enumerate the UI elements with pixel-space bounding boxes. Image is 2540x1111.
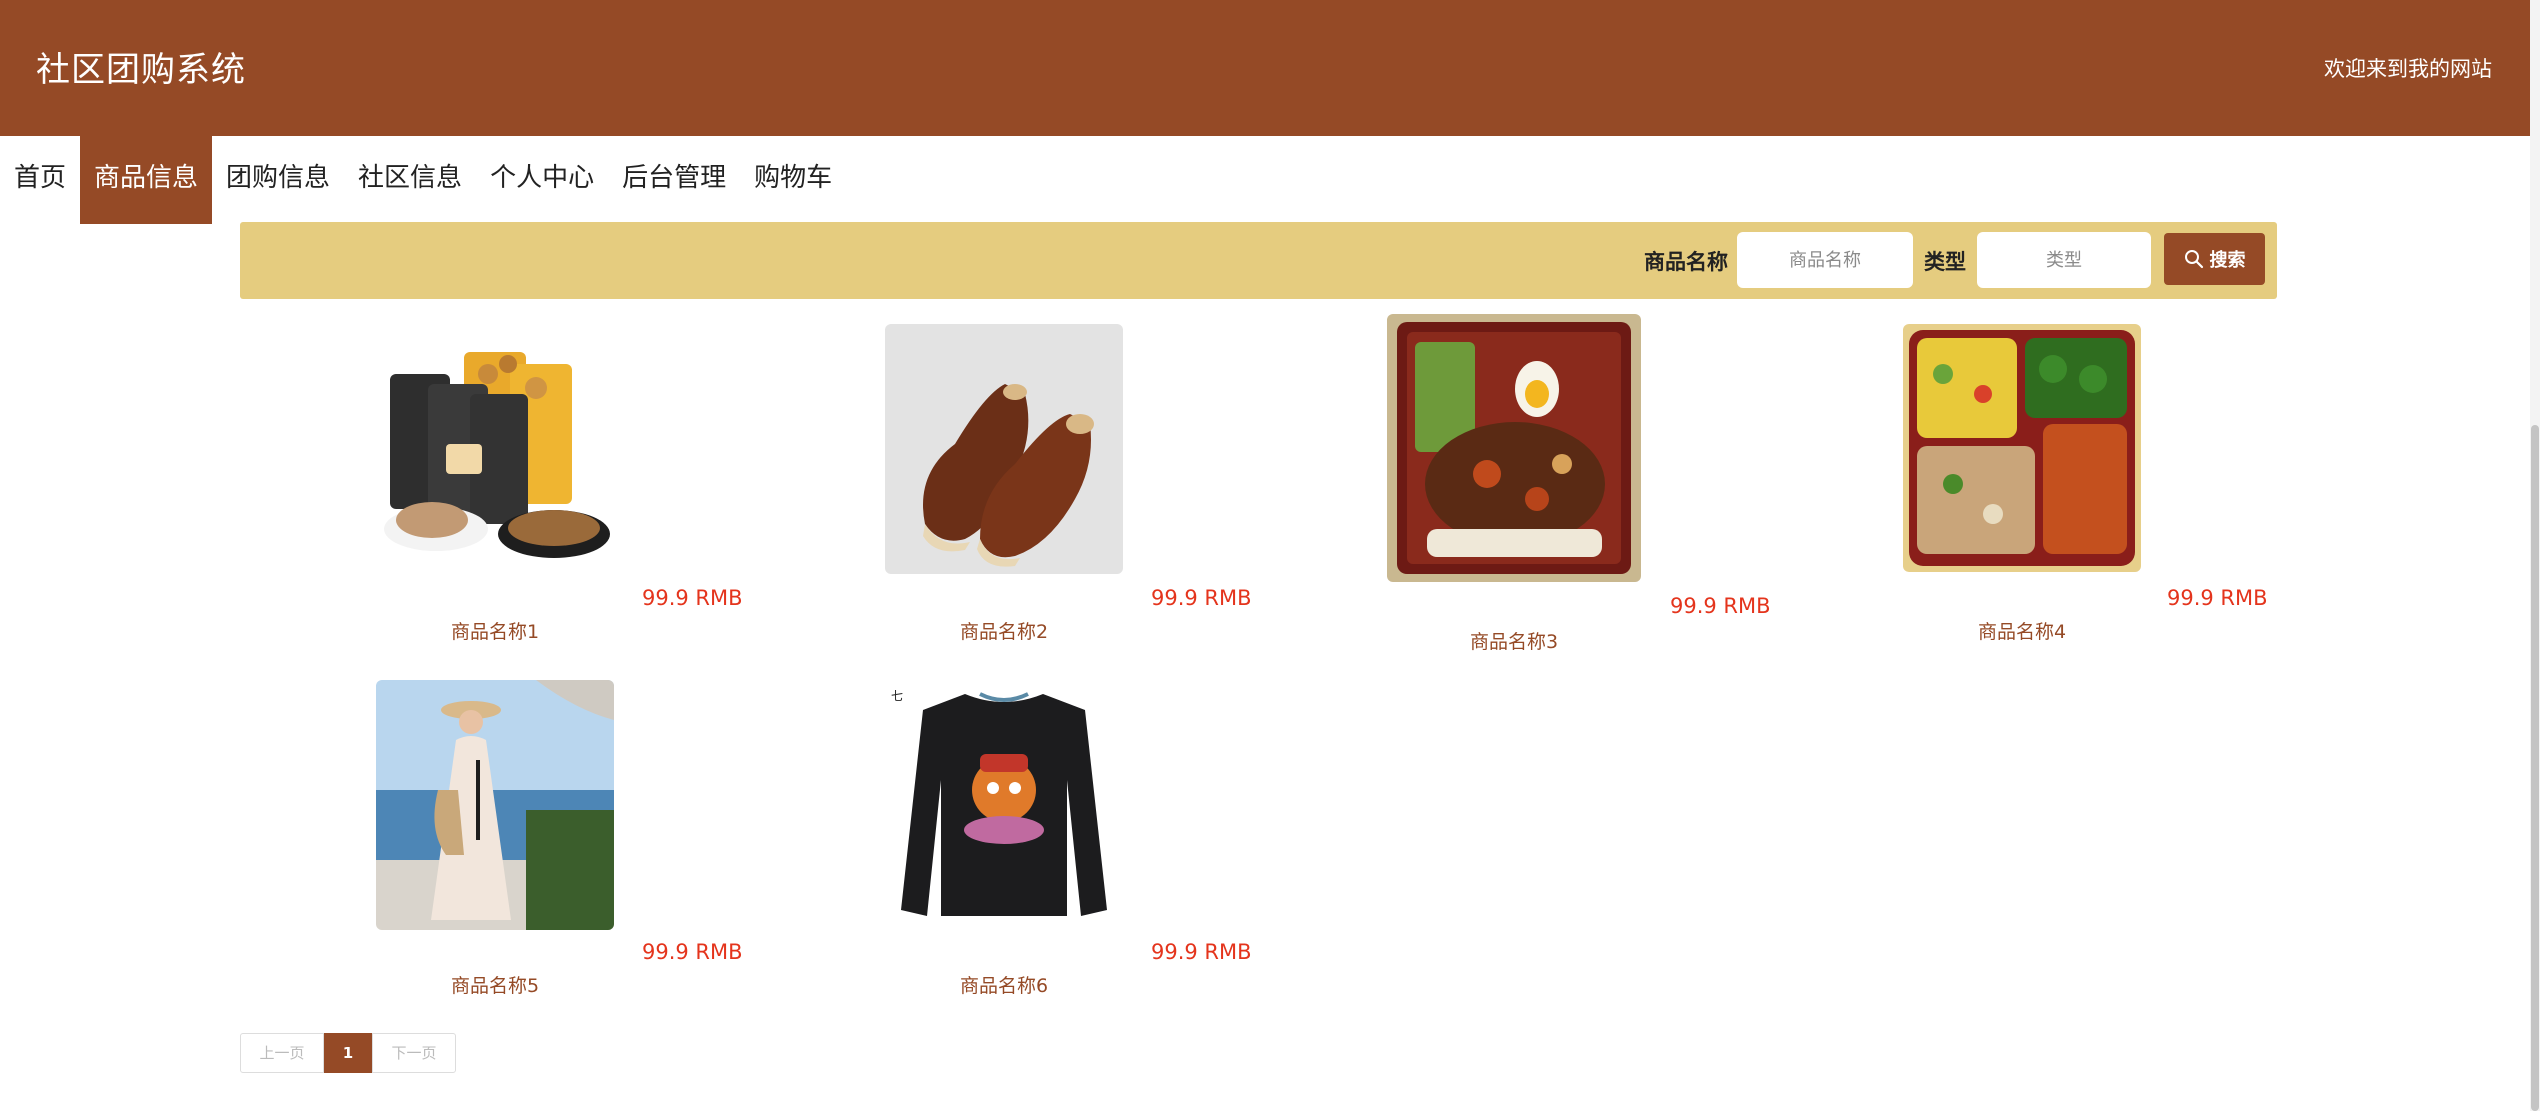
nav-item-home[interactable]: 首页 <box>0 136 80 224</box>
search-icon <box>2184 250 2203 269</box>
search-button-label: 搜索 <box>2209 250 2246 271</box>
nav-item-products[interactable]: 商品信息 <box>80 136 213 224</box>
site-title: 社区团购系统 <box>36 50 246 90</box>
product-image-snacks[interactable] <box>376 324 614 572</box>
nav-item-personal-center[interactable]: 个人中心 <box>476 136 608 224</box>
page-scrollbar[interactable] <box>2530 0 2540 1111</box>
product-price: 99.9 RMB <box>642 940 743 964</box>
nav-item-admin[interactable]: 后台管理 <box>608 136 740 224</box>
nav-item-community[interactable]: 社区信息 <box>344 136 476 224</box>
product-price: 99.9 RMB <box>642 586 743 610</box>
search-bar: 商品名称 类型 搜索 <box>240 222 2277 299</box>
product-image-beach-dress[interactable] <box>376 680 614 930</box>
site-header: 社区团购系统 欢迎来到我的网站 <box>0 0 2530 136</box>
product-image-sweatshirt[interactable]: 七 <box>885 680 1123 930</box>
type-input[interactable] <box>1977 232 2151 288</box>
product-image-shoes[interactable] <box>885 324 1123 574</box>
product-name[interactable]: 商品名称3 <box>1394 627 1634 654</box>
product-name-label: 商品名称 <box>1644 250 1728 274</box>
next-page-button[interactable]: 下一页 <box>372 1033 456 1073</box>
product-name[interactable]: 商品名称6 <box>884 971 1124 998</box>
welcome-text: 欢迎来到我的网站 <box>2324 57 2492 81</box>
main-nav: 首页 商品信息 团购信息 社区信息 个人中心 后台管理 购物车 <box>0 136 846 224</box>
product-price: 99.9 RMB <box>1151 940 1252 964</box>
nav-item-cart[interactable]: 购物车 <box>740 136 846 224</box>
nav-item-group-buy[interactable]: 团购信息 <box>212 136 344 224</box>
product-name[interactable]: 商品名称5 <box>375 971 615 998</box>
pagination: 上一页 1 下一页 <box>240 1033 456 1073</box>
product-price: 99.9 RMB <box>2167 586 2268 610</box>
prev-page-button[interactable]: 上一页 <box>240 1033 324 1073</box>
product-price: 99.9 RMB <box>1670 594 1771 618</box>
product-name[interactable]: 商品名称2 <box>884 617 1124 644</box>
product-name-input[interactable] <box>1737 232 1913 288</box>
page-1-button[interactable]: 1 <box>324 1033 372 1073</box>
search-button[interactable]: 搜索 <box>2164 233 2265 285</box>
scrollbar-thumb[interactable] <box>2531 425 2539 1111</box>
product-image-bento-rice[interactable] <box>1387 314 1641 582</box>
product-name[interactable]: 商品名称1 <box>375 617 615 644</box>
svg-text:七: 七 <box>891 689 903 703</box>
product-image-bento-vegetables[interactable] <box>1903 324 2141 572</box>
type-label: 类型 <box>1924 250 1966 274</box>
product-price: 99.9 RMB <box>1151 586 1252 610</box>
product-name[interactable]: 商品名称4 <box>1902 617 2142 644</box>
